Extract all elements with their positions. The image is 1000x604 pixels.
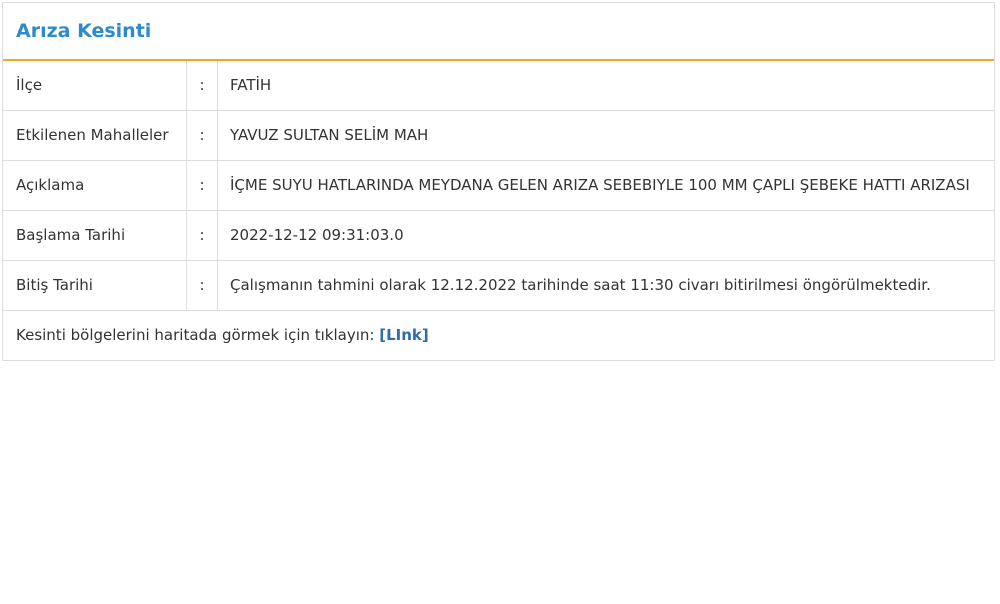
description-value: İÇME SUYU HATLARINDA MEYDANA GELEN ARIZA… xyxy=(217,160,994,211)
start-date-label: Başlama Tarihi xyxy=(3,210,187,261)
outage-panel: Arıza Kesinti İlçe : FATİH Etkilenen Mah… xyxy=(2,2,995,361)
panel-title: Arıza Kesinti xyxy=(16,20,152,42)
outage-details-table: İlçe : FATİH Etkilenen Mahalleler : YAVU… xyxy=(3,61,994,310)
separator: : xyxy=(186,110,218,161)
table-row-neighborhoods: Etkilenen Mahalleler : YAVUZ SULTAN SELİ… xyxy=(3,110,994,161)
panel-header: Arıza Kesinti xyxy=(3,3,994,61)
table-row-district: İlçe : FATİH xyxy=(3,61,994,111)
district-value: FATİH xyxy=(217,61,994,111)
start-date-value: 2022-12-12 09:31:03.0 xyxy=(217,210,994,261)
description-label: Açıklama xyxy=(3,160,187,211)
neighborhoods-value: YAVUZ SULTAN SELİM MAH xyxy=(217,110,994,161)
neighborhoods-label: Etkilenen Mahalleler xyxy=(3,110,187,161)
separator: : xyxy=(186,260,218,310)
map-link-footer: Kesinti bölgelerini haritada görmek için… xyxy=(3,310,994,360)
table-row-start-date: Başlama Tarihi : 2022-12-12 09:31:03.0 xyxy=(3,210,994,261)
separator: : xyxy=(186,61,218,111)
district-label: İlçe xyxy=(3,61,187,111)
table-row-end-date: Bitiş Tarihi : Çalışmanın tahmini olarak… xyxy=(3,260,994,310)
footer-text: Kesinti bölgelerini haritada görmek için… xyxy=(16,326,380,344)
bracket-close: ] xyxy=(421,326,429,344)
end-date-label: Bitiş Tarihi xyxy=(3,260,187,310)
end-date-value: Çalışmanın tahmini olarak 12.12.2022 tar… xyxy=(230,276,931,294)
separator: : xyxy=(186,210,218,261)
map-link[interactable]: LInk xyxy=(386,326,422,344)
table-row-description: Açıklama : İÇME SUYU HATLARINDA MEYDANA … xyxy=(3,160,994,211)
separator: : xyxy=(186,160,218,211)
